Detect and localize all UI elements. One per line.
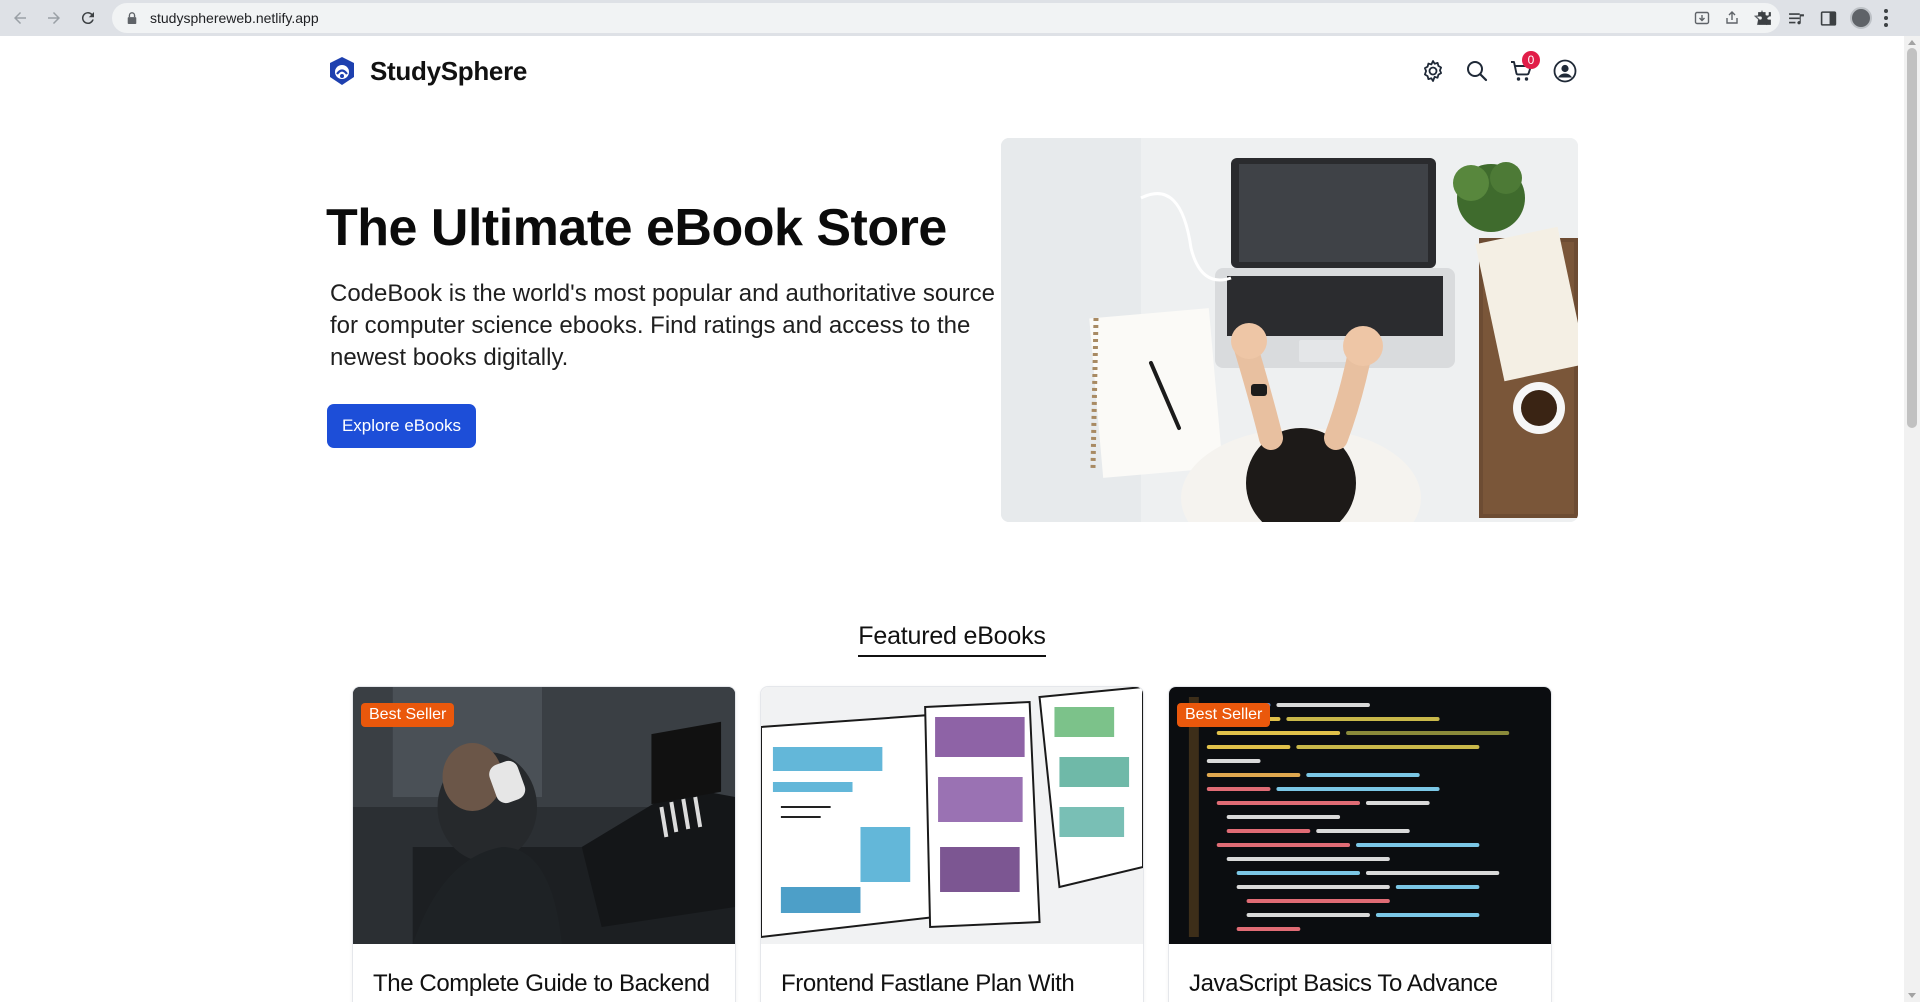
search-icon	[1467, 61, 1488, 82]
lock-icon	[127, 12, 137, 24]
back-arrow-icon	[14, 12, 26, 24]
scroll-up-icon[interactable]	[1908, 40, 1916, 45]
forward-button[interactable]	[40, 4, 68, 32]
ebook-title[interactable]: JavaScript Basics To Advance With Challe…	[1189, 967, 1539, 1002]
gear-icon	[1424, 60, 1442, 82]
scroll-down-icon[interactable]	[1908, 993, 1916, 998]
best-seller-badge: Best Seller	[1177, 703, 1271, 727]
reload-button[interactable]	[74, 4, 102, 32]
account-button[interactable]	[1552, 58, 1578, 84]
extensions-button[interactable]	[1754, 8, 1774, 28]
cart-count-badge: 0	[1522, 51, 1540, 69]
side-panel-button[interactable]	[1818, 8, 1838, 28]
ebook-title[interactable]: Frontend Fastlane Plan With Projects	[781, 967, 1131, 1002]
ebook-thumbnail: Best Seller	[1169, 687, 1551, 944]
brand-name: StudySphere	[370, 55, 528, 86]
search-button[interactable]	[1464, 58, 1490, 84]
playlist-icon	[1788, 12, 1804, 24]
ebook-thumbnail	[761, 687, 1143, 944]
page-scrollbar[interactable]	[1904, 36, 1920, 1002]
forward-arrow-icon	[48, 12, 60, 24]
best-seller-badge: Best Seller	[361, 703, 455, 727]
site-header: StudySphere 0	[326, 50, 1578, 92]
ebook-card[interactable]: Best Seller JavaScript Basics To Advance…	[1168, 686, 1552, 1002]
ebook-title[interactable]: The Complete Guide to Backend Developmen…	[373, 967, 723, 1002]
browser-menu-icon[interactable]	[1884, 9, 1888, 27]
side-panel-icon	[1820, 10, 1836, 26]
brand-link[interactable]: StudySphere	[326, 55, 527, 87]
user-circle-icon	[1553, 59, 1577, 83]
reload-icon	[81, 12, 94, 25]
header-actions: 0	[1420, 51, 1578, 84]
cart-button[interactable]: 0	[1508, 51, 1540, 84]
share-icon[interactable]	[1724, 10, 1740, 26]
back-button[interactable]	[6, 4, 34, 32]
hero-title: The Ultimate eBook Store	[326, 199, 947, 257]
featured-heading: Featured eBooks	[0, 622, 1904, 657]
ebook-thumbnail: Best Seller	[353, 687, 735, 944]
explore-ebooks-button[interactable]: Explore eBooks	[327, 404, 476, 448]
browser-toolbar: studysphereweb.netlify.app	[0, 0, 1920, 36]
install-app-icon[interactable]	[1694, 10, 1710, 26]
address-bar[interactable]: studysphereweb.netlify.app	[112, 3, 1780, 33]
ebook-card[interactable]: Frontend Fastlane Plan With Projects	[760, 686, 1144, 1002]
hero-image	[1001, 138, 1578, 522]
profile-avatar[interactable]	[1850, 7, 1872, 29]
settings-button[interactable]	[1420, 58, 1446, 84]
featured-title: Featured eBooks	[858, 622, 1046, 657]
studysphere-logo-icon	[330, 57, 354, 85]
scrollbar-thumb[interactable]	[1907, 48, 1917, 428]
hero-description: CodeBook is the world's most popular and…	[330, 280, 995, 371]
ebook-card[interactable]: Best Seller The Complete Guide to Backen…	[352, 686, 736, 1002]
media-controls-button[interactable]	[1786, 8, 1806, 28]
url-text: studysphereweb.netlify.app	[150, 10, 319, 26]
puzzle-icon	[1757, 11, 1771, 25]
